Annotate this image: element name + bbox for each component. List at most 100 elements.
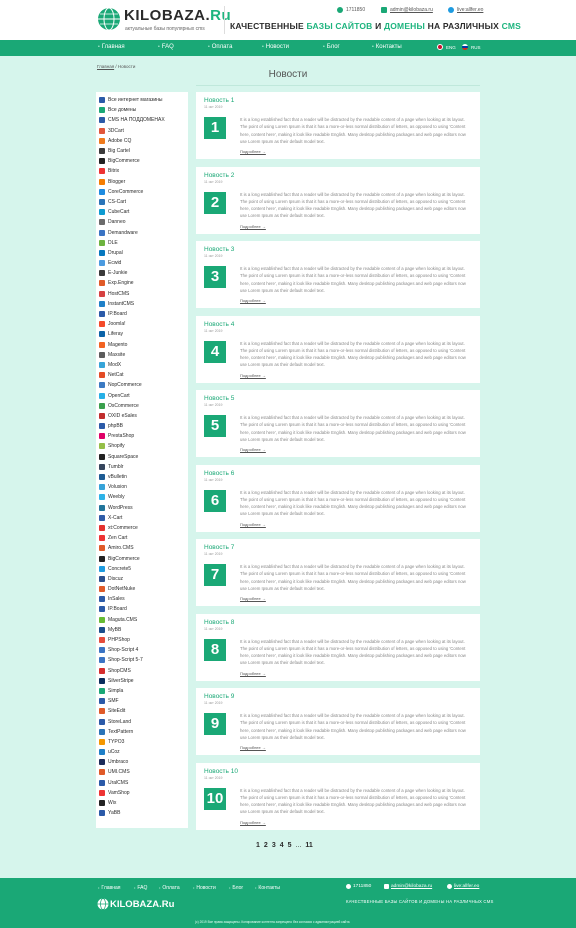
sidebar-item[interactable]: PHPShop (96, 635, 188, 645)
read-more-link[interactable]: Подробнее → (240, 596, 266, 601)
read-more-link[interactable]: Подробнее → (240, 298, 266, 303)
page-link[interactable]: 1 (256, 842, 260, 849)
nav-item-news[interactable]: Новости (262, 44, 289, 50)
sidebar-item[interactable]: Demandware (96, 227, 188, 237)
nav-item-blog[interactable]: Блог (323, 44, 340, 50)
sidebar-item[interactable]: DLE (96, 238, 188, 248)
sidebar-item[interactable]: Big Cartel (96, 146, 188, 156)
sidebar-item[interactable]: vBulletin (96, 472, 188, 482)
sidebar-item[interactable]: Shopify (96, 441, 188, 451)
nav-item-contacts[interactable]: Контакты (372, 44, 402, 50)
sidebar-item[interactable]: Ecwid (96, 258, 188, 268)
lang-ru[interactable]: RUS (462, 44, 481, 50)
sidebar-item[interactable]: WordPress (96, 503, 188, 513)
sidebar-item[interactable]: Magento (96, 340, 188, 350)
sidebar-item[interactable]: Maxsite (96, 350, 188, 360)
news-title[interactable]: Новость 9 (204, 693, 234, 700)
sidebar-item[interactable]: Bitrix (96, 166, 188, 176)
news-title[interactable]: Новость 2 (204, 172, 234, 179)
footer-nav-blog[interactable]: Блог (229, 885, 243, 891)
sidebar-item[interactable]: UMI.CMS (96, 767, 188, 777)
sidebar-item[interactable]: Joomla! (96, 319, 188, 329)
sidebar-item[interactable]: Shop-Script 4 (96, 645, 188, 655)
footer-skype[interactable]: live:allfer.eo (447, 884, 479, 889)
sidebar-item[interactable]: Adobe CQ (96, 136, 188, 146)
sidebar-item[interactable]: Weebly (96, 492, 188, 502)
sidebar-item[interactable]: CS-Cart (96, 197, 188, 207)
news-title[interactable]: Новость 1 (204, 97, 234, 104)
news-title[interactable]: Новость 8 (204, 619, 234, 626)
header-skype[interactable]: live:allfer.eo (448, 6, 483, 14)
sidebar-item[interactable]: Discuz (96, 574, 188, 584)
sidebar-item[interactable]: Все домены (96, 105, 188, 115)
news-title[interactable]: Новость 5 (204, 395, 234, 402)
read-more-link[interactable]: Подробнее → (240, 522, 266, 527)
news-title[interactable]: Новость 7 (204, 544, 234, 551)
footer-nav-payment[interactable]: Оплата (159, 885, 179, 891)
sidebar-item[interactable]: Wix (96, 798, 188, 808)
sidebar-item[interactable]: TYPO3 (96, 737, 188, 747)
sidebar-item[interactable]: Blogger (96, 177, 188, 187)
sidebar-item[interactable]: X-Cart (96, 513, 188, 523)
footer-email[interactable]: admin@kilobaza.ru (384, 884, 432, 889)
sidebar-item[interactable]: Zen Cart (96, 533, 188, 543)
footer-nav-contacts[interactable]: Контакты (255, 885, 280, 891)
sidebar-item[interactable]: Concrete5 (96, 564, 188, 574)
sidebar-item[interactable]: Tumblr (96, 462, 188, 472)
nav-item-home[interactable]: Главная (98, 44, 125, 50)
sidebar-item[interactable]: InSales (96, 594, 188, 604)
sidebar-item[interactable]: E-Junkie (96, 268, 188, 278)
sidebar-item[interactable]: Umbraco (96, 757, 188, 767)
footer-logo[interactable]: KILOBAZA.Ru (97, 898, 177, 912)
sidebar-item[interactable]: TextPattern (96, 727, 188, 737)
sidebar-item[interactable]: MyBB (96, 625, 188, 635)
sidebar-item[interactable]: Amiro.CMS (96, 543, 188, 553)
sidebar-item[interactable]: NetCat (96, 370, 188, 380)
read-more-link[interactable]: Подробнее → (240, 224, 266, 229)
news-title[interactable]: Новость 10 (204, 768, 238, 775)
sidebar-item[interactable]: PrestaShop (96, 431, 188, 441)
page-link[interactable]: 3 (272, 842, 276, 849)
sidebar-item[interactable]: ModX (96, 360, 188, 370)
sidebar-item[interactable]: BigCommerce (96, 156, 188, 166)
sidebar-item[interactable]: IP.Board (96, 604, 188, 614)
header-email[interactable]: admin@kilobaza.ru (381, 6, 433, 14)
footer-nav-news[interactable]: Новости (193, 885, 215, 891)
sidebar-item[interactable]: SMF (96, 696, 188, 706)
lang-en[interactable]: ENG (437, 44, 456, 50)
sidebar-item[interactable]: 3DCart (96, 126, 188, 136)
sidebar-item[interactable]: IP.Board (96, 309, 188, 319)
read-more-link[interactable]: Подробнее → (240, 373, 266, 378)
sidebar-item[interactable]: uCoz (96, 747, 188, 757)
sidebar-item[interactable]: xt:Commerce (96, 523, 188, 533)
footer-nav-home[interactable]: Главная (98, 885, 120, 891)
sidebar-item[interactable]: Maguta.CMS (96, 615, 188, 625)
sidebar-item[interactable]: HostCMS (96, 289, 188, 299)
sidebar-item[interactable]: OsCommerce (96, 401, 188, 411)
read-more-link[interactable]: Подробнее → (240, 447, 266, 452)
sidebar-item[interactable]: VamShop (96, 788, 188, 798)
sidebar-item[interactable]: CMS НА ПОДДОМЕНАХ (96, 115, 188, 125)
sidebar-item[interactable]: CubeCart (96, 207, 188, 217)
sidebar-item[interactable]: StoreLand (96, 716, 188, 726)
page-link[interactable]: 5 (288, 842, 292, 849)
sidebar-item[interactable]: Danneo (96, 217, 188, 227)
sidebar-item[interactable]: NopCommerce (96, 380, 188, 390)
sidebar-item[interactable]: ShopCMS (96, 666, 188, 676)
read-more-link[interactable]: Подробнее → (240, 745, 266, 750)
sidebar-item[interactable]: phpBB (96, 421, 188, 431)
site-logo[interactable]: KILOBAZA.Ru актуальные базы популярных c… (97, 7, 231, 35)
nav-item-faq[interactable]: FAQ (158, 44, 174, 50)
read-more-link[interactable]: Подробнее → (240, 820, 266, 825)
page-link[interactable]: 4 (280, 842, 284, 849)
read-more-link[interactable]: Подробнее → (240, 671, 266, 676)
sidebar-item[interactable]: Simpla (96, 686, 188, 696)
breadcrumb-home[interactable]: Главная (97, 64, 114, 69)
sidebar-item[interactable]: Shop-Script 5-7 (96, 655, 188, 665)
sidebar-item[interactable]: Все интернет магазины (96, 95, 188, 105)
sidebar-item[interactable]: YaBB (96, 808, 188, 818)
sidebar-item[interactable]: CoreCommerce (96, 187, 188, 197)
sidebar-item[interactable]: Liferay (96, 329, 188, 339)
sidebar-item[interactable]: SquareSpace (96, 452, 188, 462)
page-link[interactable]: 2 (264, 842, 268, 849)
